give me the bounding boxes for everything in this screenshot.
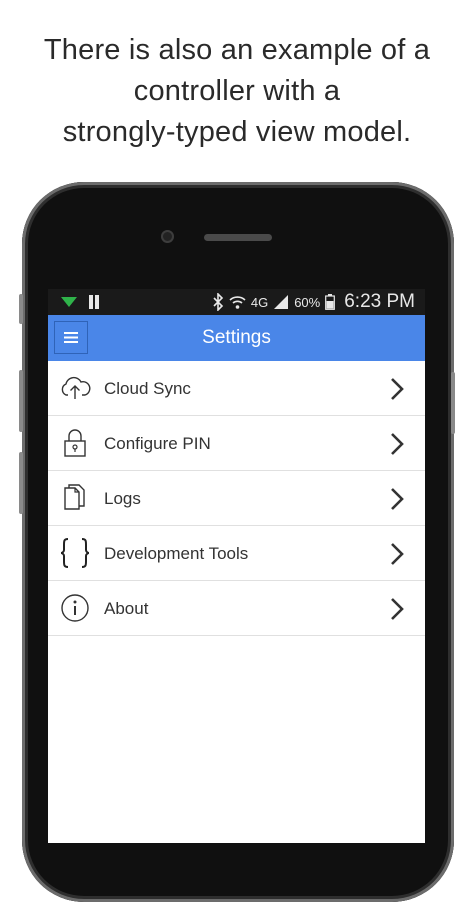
settings-item-label: Logs [104,489,141,508]
phone-volume-up [19,370,23,432]
battery-percent: 60% [294,294,321,310]
info-icon [59,592,91,624]
documents-icon [59,482,91,514]
bluetooth-icon [213,293,223,311]
settings-item-label: About [104,599,149,618]
phone-mute-switch [19,294,23,324]
settings-item-cloud-sync[interactable]: Cloud Sync [48,361,425,416]
caption-line-1: There is also an example of a [43,34,431,66]
app-bar: Settings [48,315,425,361]
phone-power-button [451,372,455,434]
caption-line-3: strongly-typed view model. [62,116,412,148]
clock-time: 6:23 PM [344,291,415,312]
menu-button[interactable] [54,321,88,354]
status-bar: 4G 60% 6:23 PM [48,289,425,315]
battery-icon [325,294,336,310]
cloud-upload-icon [59,372,91,404]
caption: There is also an example of a controller… [0,30,474,153]
braces-icon [59,537,91,569]
settings-item-development-tools[interactable]: Development Tools [48,526,425,581]
chevron-right-icon [391,543,404,565]
page-title: Settings [202,327,271,348]
notification-arrow-icon [61,297,77,307]
settings-item-label: Development Tools [104,544,249,563]
earpiece-speaker [204,234,272,241]
phone-screen: 4G 60% 6:23 PM Settings Cloud Sync Confi… [48,289,425,843]
network-type: 4G [250,294,269,310]
pause-icon [89,295,99,309]
settings-item-configure-pin[interactable]: Configure PIN [48,416,425,471]
settings-list: Cloud Sync Configure PIN Logs Developmen… [48,361,425,636]
caption-line-2: controller with a [133,75,341,107]
lock-icon [59,427,91,459]
settings-item-label: Configure PIN [104,434,211,453]
phone-volume-down [19,452,23,514]
wifi-icon [229,296,246,309]
chevron-right-icon [391,598,404,620]
front-camera [161,230,174,243]
settings-item-label: Cloud Sync [104,379,191,398]
chevron-right-icon [391,378,404,400]
hamburger-icon [64,332,78,343]
settings-item-about[interactable]: About [48,581,425,636]
chevron-right-icon [391,433,404,455]
signal-icon [274,295,289,309]
settings-item-logs[interactable]: Logs [48,471,425,526]
chevron-right-icon [391,488,404,510]
